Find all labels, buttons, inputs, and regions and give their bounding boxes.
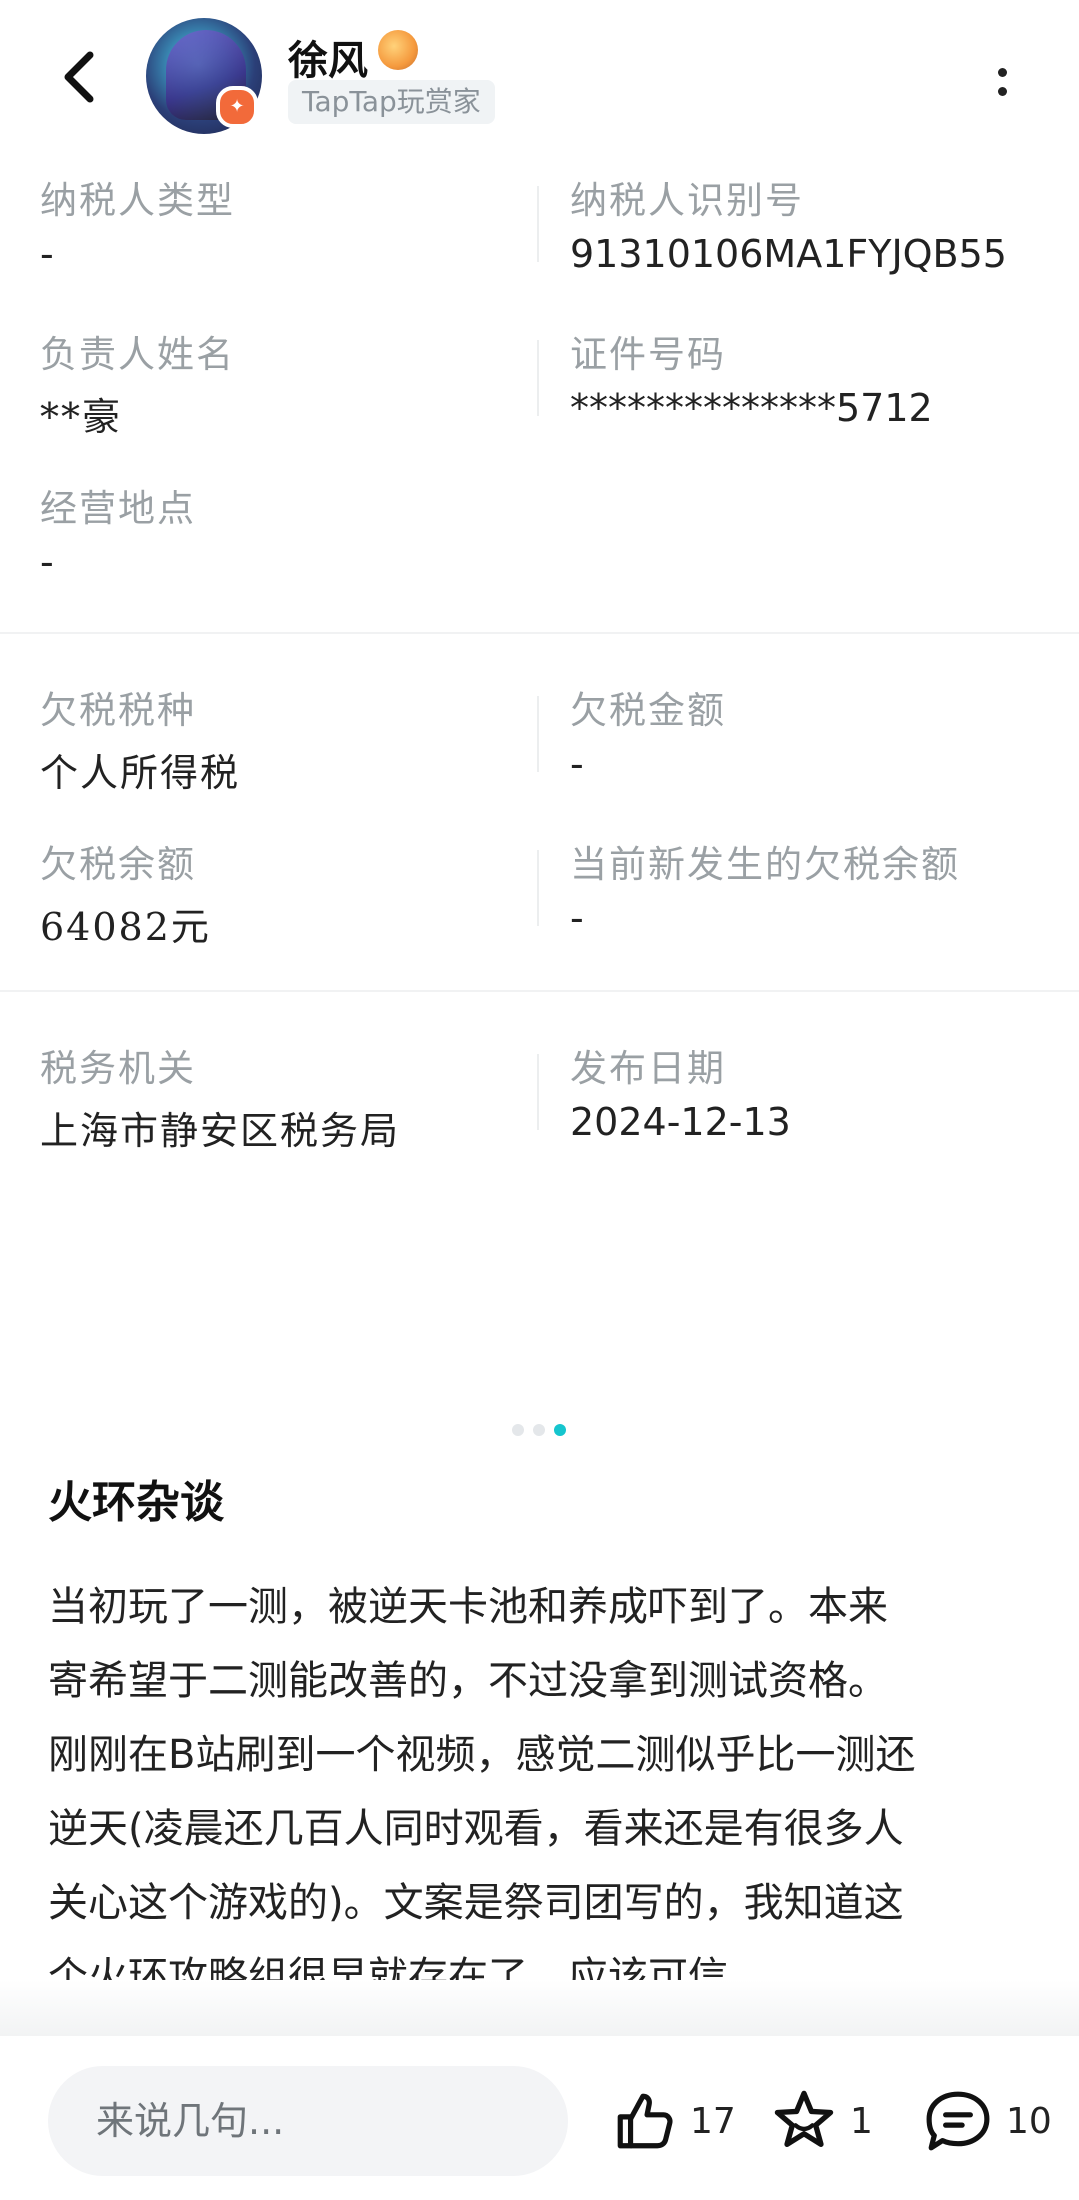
chevron-left-icon [64,51,94,103]
image-pager[interactable] [512,1424,566,1436]
taxpayer-id-label: 纳税人识别号 [570,179,804,222]
post-line: 关心这个游戏的)。文案是祭司团写的，我知道这 [48,1880,904,1926]
taxpayer-type-label: 纳税人类型 [40,179,235,222]
more-vertical-icon [997,68,1007,77]
thumbs-up-icon [617,2093,673,2149]
like-button[interactable]: 17 [612,2080,736,2162]
more-vertical-icon-dot [997,87,1007,96]
publish-date-label: 发布日期 [570,1047,726,1090]
pager-dot-active[interactable] [554,1424,566,1436]
publish-date-value: 2024-12-13 [570,1100,791,1144]
user-name[interactable]: 徐风 [288,28,368,86]
scroll-fade [0,1980,1079,2036]
manager-name-label: 负责人姓名 [40,333,235,376]
star-icon [774,2090,834,2148]
post-title: 火环杂谈 [48,1477,224,1528]
arrears-amount-value: - [570,742,584,786]
post-header: ✦ 徐风 TapTap玩赏家 [0,0,1079,160]
tax-authority-value: 上海市静安区税务局 [40,1109,401,1153]
level-badge-icon [378,30,418,70]
new-arrears-balance-value: - [570,896,584,940]
column-divider [537,1054,539,1130]
post-body: 当初玩了一测，被逆天卡池和养成吓到了。本来 寄希望于二测能改善的，不过没拿到测试… [48,1570,1038,2014]
favorite-count: 1 [850,2100,873,2142]
certificate-number-value: **************5712 [570,386,933,430]
back-button[interactable] [48,42,108,112]
arrears-tax-type-value: 个人所得税 [40,751,241,795]
arrears-balance-value: 64082元 [40,905,211,949]
bottom-action-bar: 来说几句... 17 1 10 [0,2036,1079,2200]
pager-dot[interactable] [533,1424,545,1436]
favorite-button[interactable]: 1 [770,2080,873,2162]
arrears-amount-label: 欠税金额 [570,689,726,732]
comment-count: 10 [1006,2100,1052,2142]
more-button[interactable] [990,52,1014,112]
post-line: 逆天(凌晨还几百人同时观看，看来还是有很多人 [48,1806,904,1852]
column-divider [537,340,539,416]
post-line: 寄希望于二测能改善的，不过没拿到测试资格。 [48,1658,888,1704]
user-tag: TapTap玩赏家 [288,80,495,124]
comment-button[interactable]: 10 [922,2080,1052,2162]
comment-bubble-icon [926,2091,990,2151]
post-line: 刚刚在B站刷到一个视频，感觉二测似乎比一测还 [48,1732,916,1778]
verified-badge-icon: ✦ [216,86,258,128]
taxpayer-type-value: - [40,232,54,276]
arrears-tax-type-label: 欠税税种 [40,689,196,732]
arrears-balance-label: 欠税余额 [40,843,196,886]
tax-authority-label: 税务机关 [40,1047,196,1090]
comment-input[interactable]: 来说几句... [48,2066,568,2176]
new-arrears-balance-label: 当前新发生的欠税余额 [570,843,960,886]
section-divider [0,632,1079,634]
business-location-value: - [40,540,54,584]
column-divider [537,186,539,262]
business-location-label: 经营地点 [40,487,196,530]
post-line: 当初玩了一测，被逆天卡池和养成吓到了。本来 [48,1584,888,1630]
column-divider [537,696,539,772]
manager-name-value: **豪 [40,395,123,439]
pager-dot[interactable] [512,1424,524,1436]
certificate-number-label: 证件号码 [570,333,726,376]
section-divider [0,990,1079,992]
like-count: 17 [690,2100,736,2142]
column-divider [537,850,539,926]
taxpayer-id-value: 91310106MA1FYJQB55 [570,232,1007,276]
